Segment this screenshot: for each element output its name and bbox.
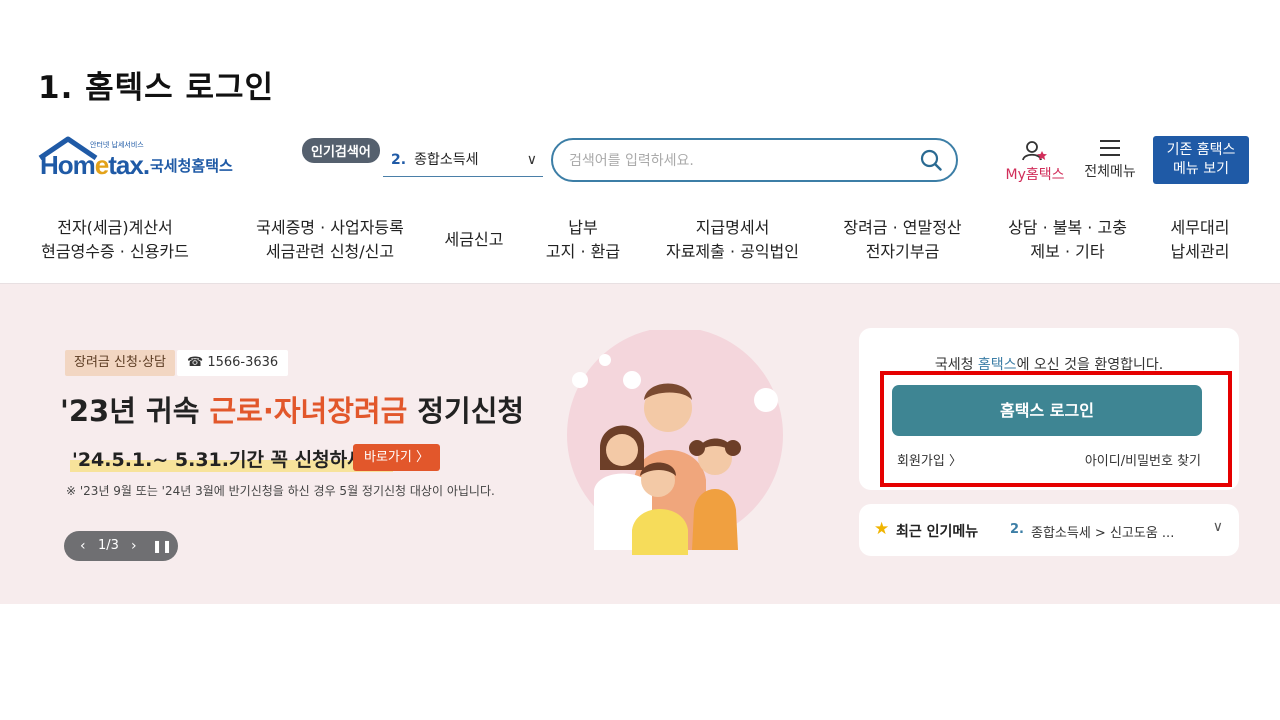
recent-menu-text: 종합소득세 > 신고도움 ...	[1031, 526, 1175, 541]
logo-name: 국세청홈택스	[150, 157, 233, 175]
banner-pager: ‹ 1/3 › ❚❚	[64, 531, 178, 561]
nav-line: 납부	[568, 218, 598, 237]
popular-rank: 2.	[391, 152, 407, 168]
next-icon[interactable]: ›	[131, 531, 137, 561]
banner-phone: ☎ 1566-3636	[177, 350, 289, 376]
nav-item-incentive[interactable]: 장려금 · 연말정산 전자기부금	[835, 216, 970, 264]
highlight-box	[880, 371, 1232, 487]
logo-wordmark: Hometax.	[40, 150, 150, 180]
pause-icon[interactable]: ❚❚	[152, 531, 172, 561]
legacy-menu-button[interactable]: 기존 홈택스 메뉴 보기	[1153, 136, 1249, 184]
my-hometax-button[interactable]: My홈택스	[1000, 140, 1070, 184]
popular-search-badge: 인기검색어	[302, 138, 380, 163]
search-box[interactable]	[551, 138, 958, 182]
nav-line: 국세증명 · 사업자등록	[256, 218, 404, 237]
nav-line: 전자기부금	[865, 242, 940, 261]
nav-line: 제보 · 기타	[1030, 242, 1105, 261]
nav-item-consulting[interactable]: 상담 · 불복 · 고충 제보 · 기타	[995, 216, 1140, 264]
my-hometax-label: My홈택스	[1005, 167, 1065, 183]
nav-line: 세무대리	[1170, 218, 1230, 237]
main-nav: 전자(세금)계산서 현금영수증 · 신용카드 국세증명 · 사업자등록 세금관련…	[40, 210, 1240, 274]
logo-tagline: 안터넷 납세서비스	[90, 141, 144, 149]
nav-line: 장려금 · 연말정산	[843, 218, 962, 237]
popular-search-select[interactable]: 2. 종합소득세 ∨	[383, 146, 543, 177]
popular-term: 종합소득세	[414, 152, 479, 168]
nav-line: 전자(세금)계산서	[57, 218, 173, 237]
banner-period: '24.5.1.~ 5.31.기간 꼭 신청하세요!	[70, 445, 393, 472]
nav-line: 상담 · 불복 · 고충	[1008, 218, 1127, 237]
legacy-menu-line2: 메뉴 보기	[1173, 161, 1229, 177]
user-icon	[1022, 141, 1047, 161]
prev-icon[interactable]: ‹	[80, 531, 86, 561]
nav-item-payment-statement[interactable]: 지급명세서 자료제출 · 공익법인	[650, 216, 815, 264]
search-icon[interactable]	[920, 149, 942, 171]
nav-line: 지급명세서	[695, 218, 770, 237]
star-icon: ★	[874, 519, 890, 539]
chevron-down-icon[interactable]: ∨	[1213, 519, 1223, 535]
banner-go-button[interactable]: 바로가기 〉	[353, 444, 440, 471]
chevron-down-icon: ∨	[526, 152, 537, 168]
nav-item-certificates[interactable]: 국세증명 · 사업자등록 세금관련 신청/신고	[240, 216, 420, 264]
banner-note: ※ '23년 9월 또는 '24년 3월에 반기신청을 하신 경우 5월 정기신…	[66, 484, 495, 498]
nav-item-tax-filing[interactable]: 세금신고	[434, 228, 514, 252]
hometax-logo[interactable]: 안터넷 납세서비스 Hometax. 국세청홈택스	[38, 136, 248, 186]
slide-title: 1. 홈텍스 로그인	[38, 70, 275, 106]
recent-rank: 2.	[1010, 522, 1024, 537]
nav-item-payment[interactable]: 납부 고지 · 환급	[533, 216, 633, 264]
legacy-menu-line1: 기존 홈택스	[1166, 142, 1236, 158]
hamburger-icon	[1100, 140, 1120, 156]
nav-line: 고지 · 환급	[545, 242, 621, 261]
search-input[interactable]	[569, 150, 909, 172]
pager-count: 1/3	[98, 538, 119, 553]
recent-label: 최근 인기메뉴	[896, 524, 979, 540]
banner-headline: '23년 귀속 근로·자녀장려금 정기신청	[60, 394, 525, 428]
nav-line: 세금신고	[444, 230, 504, 249]
recent-popular-menu[interactable]: ★ 최근 인기메뉴 2. 종합소득세 > 신고도움 ... ∨	[859, 504, 1239, 556]
all-menu-button[interactable]: 전체메뉴	[1080, 140, 1140, 181]
family-illustration	[567, 330, 783, 555]
banner-tag: 장려금 신청·상담	[65, 350, 175, 376]
nav-line: 납세관리	[1170, 242, 1230, 261]
all-menu-label: 전체메뉴	[1084, 164, 1136, 180]
nav-item-tax-agent[interactable]: 세무대리 납세관리	[1160, 216, 1240, 264]
nav-line: 세금관련 신청/신고	[265, 242, 395, 261]
nav-item-e-invoice[interactable]: 전자(세금)계산서 현금영수증 · 신용카드	[40, 216, 190, 264]
nav-line: 현금영수증 · 신용카드	[41, 242, 189, 261]
nav-line: 자료제출 · 공익법인	[665, 242, 800, 261]
